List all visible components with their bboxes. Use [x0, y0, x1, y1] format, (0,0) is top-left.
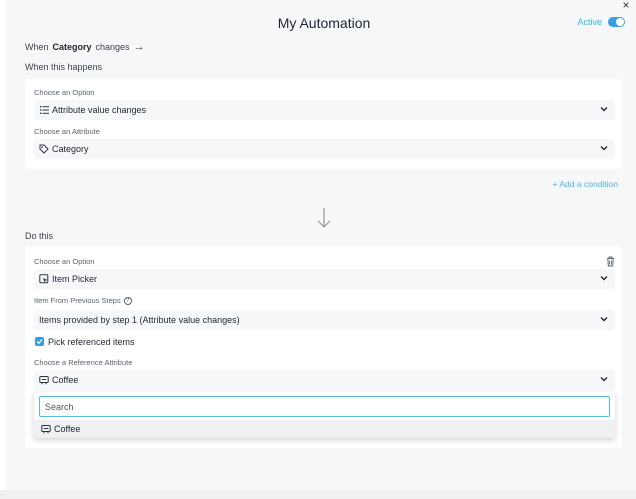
- pick-referenced-label[interactable]: Pick referenced items: [48, 337, 135, 347]
- chevron-down-icon: [600, 317, 608, 322]
- reference-attribute-select[interactable]: Coffee: [34, 370, 615, 390]
- trash-icon[interactable]: [606, 256, 615, 267]
- chevron-down-icon: [600, 377, 608, 382]
- reference-icon: [39, 375, 49, 385]
- chevron-down-icon: [600, 107, 608, 112]
- info-icon[interactable]: ?: [123, 297, 132, 306]
- add-condition-link[interactable]: + Add a condition: [553, 179, 618, 189]
- when-section-heading: When this happens: [25, 62, 103, 72]
- reference-attribute-label: Choose a Reference Attribute: [34, 358, 133, 367]
- active-label: Active: [577, 17, 602, 27]
- reference-dropdown-menu: Coffee: [34, 392, 615, 438]
- bottom-strip: [0, 490, 636, 499]
- search-input[interactable]: [39, 396, 610, 417]
- items-from-previous-text: Item From Previous Steps: [34, 296, 121, 305]
- active-toggle[interactable]: [608, 17, 625, 27]
- chevron-down-icon: [600, 276, 608, 281]
- trigger-prefix: When: [25, 42, 49, 52]
- arrow-right-icon: →: [133, 41, 145, 53]
- when-option-select[interactable]: Attribute value changes: [34, 100, 615, 120]
- dropdown-option[interactable]: Coffee: [34, 420, 615, 438]
- reference-icon: [41, 424, 51, 434]
- do-option-select[interactable]: Item Picker: [34, 269, 615, 289]
- when-attribute-value: Category: [52, 144, 89, 154]
- trigger-suffix: changes: [95, 42, 130, 52]
- checkmark-icon: [36, 339, 43, 345]
- page-title: My Automation: [277, 15, 371, 31]
- when-option-value: Attribute value changes: [52, 105, 147, 115]
- list-icon: [39, 105, 49, 115]
- items-from-previous-label: Item From Previous Steps?: [34, 296, 132, 306]
- close-button[interactable]: ×: [620, 0, 632, 11]
- active-toggle-group: Active: [577, 17, 625, 27]
- trigger-summary: When Category changes →: [25, 41, 145, 53]
- items-from-previous-value: Items provided by step 1 (Attribute valu…: [39, 315, 240, 325]
- arrow-down-icon: [317, 208, 331, 228]
- reference-attribute-value: Coffee: [52, 375, 79, 385]
- items-from-previous-select[interactable]: Items provided by step 1 (Attribute valu…: [34, 310, 615, 330]
- do-option-value: Item Picker: [52, 274, 98, 284]
- chevron-down-icon: [600, 146, 608, 151]
- trigger-attribute: Category: [52, 42, 92, 52]
- when-attribute-label: Choose an Attribute: [34, 127, 100, 136]
- dropdown-option-label: Coffee: [54, 424, 81, 434]
- do-option-label: Choose an Option: [34, 257, 95, 266]
- when-attribute-select[interactable]: Category: [34, 139, 615, 159]
- pick-referenced-checkbox[interactable]: [35, 337, 44, 346]
- when-option-label: Choose an Option: [34, 88, 95, 97]
- item-picker-icon: [39, 274, 49, 284]
- close-icon[interactable]: ×: [622, 0, 629, 12]
- tag-icon: [39, 144, 49, 154]
- do-section-heading: Do this: [25, 231, 54, 241]
